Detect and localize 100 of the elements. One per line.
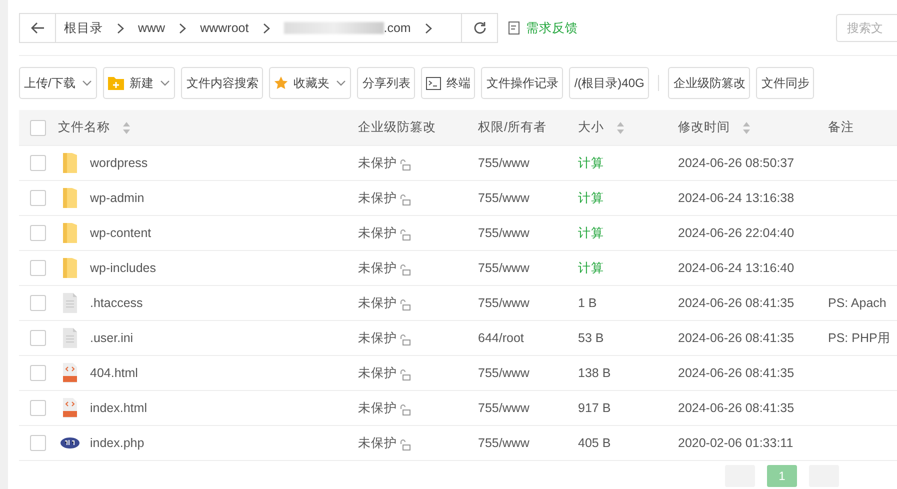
permission-owner[interactable]: 755/www [478,296,530,310]
row-checkbox[interactable] [30,330,46,346]
folder-icon [62,257,78,279]
document-icon [62,327,78,349]
protection-status: 未保护 [358,364,397,382]
toolbar-button[interactable]: 收藏夹 [269,67,352,99]
file-name[interactable]: .user.ini [90,331,134,345]
unlocked-padlock-icon [399,159,411,171]
column-header: 权限/所有者 [478,119,546,136]
file-name[interactable]: index.php [90,436,144,450]
file-size: 138 B [578,366,611,380]
search-field[interactable]: 搜索文 [836,14,897,42]
edit-note-icon [508,21,521,35]
modified-time: 2024-06-26 08:41:35 [678,401,794,415]
file-name[interactable]: wp-content [90,226,152,240]
file-size: 1 B [578,296,597,310]
path-segment[interactable]: www [138,21,166,35]
row-checkbox[interactable] [30,225,46,241]
toolbar-button[interactable]: 文件内容搜索 [181,67,264,99]
chevron-right-icon [424,22,432,34]
file-name[interactable]: .htaccess [90,296,143,310]
path-segment[interactable]: 根目录 [64,20,103,36]
modified-time: 2024-06-26 08:41:35 [678,296,794,310]
toolbar-button[interactable]: 终端 [421,67,476,99]
protection-status: 未保护 [358,224,397,242]
unlocked-padlock-icon [399,264,411,276]
permission-owner[interactable]: 644/root [478,331,524,345]
path-segment[interactable]: .com [384,21,411,35]
modified-time: 2024-06-24 13:16:40 [678,261,794,275]
file-note: PS: Apach [828,296,886,310]
unlocked-padlock-icon [399,369,411,381]
unlocked-padlock-icon [399,229,411,241]
permission-owner[interactable]: 755/www [478,366,530,380]
row-checkbox[interactable] [30,400,46,416]
column-header: 企业级防篡改 [358,119,436,136]
column-header[interactable]: 文件名称 [58,119,110,136]
unlocked-padlock-icon [399,194,411,206]
row-checkbox[interactable] [30,435,46,451]
permission-owner[interactable]: 755/www [478,401,530,415]
terminal-icon [426,76,442,90]
permission-owner[interactable]: 755/www [478,436,530,450]
folder-icon [62,152,78,174]
column-header[interactable]: 大小 [578,119,604,136]
file-name[interactable]: 404.html [90,366,138,380]
file-name[interactable]: wp-includes [90,261,156,275]
folder-icon [62,187,78,209]
protection-status: 未保护 [358,154,397,172]
protection-status: 未保护 [358,294,397,312]
select-all-checkbox[interactable] [30,120,46,136]
permission-owner[interactable]: 755/www [478,226,530,240]
sort-icon [742,120,751,134]
column-header[interactable]: 修改时间 [678,119,730,136]
modified-time: 2024-06-26 08:50:37 [678,156,794,170]
modified-time: 2024-06-24 13:16:38 [678,191,794,205]
star-icon [274,76,288,90]
file-name[interactable]: wp-admin [90,191,144,205]
row-checkbox[interactable] [30,365,46,381]
html-file-icon [62,397,78,419]
permission-owner[interactable]: 755/www [478,261,530,275]
caret-icon [82,80,92,86]
unlocked-padlock-icon [399,439,411,451]
file-size: 405 B [578,436,611,450]
toolbar-button[interactable]: 企业级防篡改 [668,67,750,99]
sort-icon [122,120,131,134]
toolbar-button[interactable]: 新建 [103,67,176,99]
toolbar-button[interactable]: 分享列表 [357,67,416,99]
protection-status: 未保护 [358,190,397,206]
path-segment[interactable]: wwwroot [200,21,249,35]
sort-icon [616,120,625,134]
document-icon [62,292,78,314]
toolbar-button[interactable]: 文件同步 [756,67,814,99]
modified-time: 2024-06-26 22:04:40 [678,226,794,240]
unlocked-padlock-icon [399,299,411,311]
toolbar-button[interactable]: 文件操作记录 [481,67,564,99]
protection-status: 未保护 [358,330,397,346]
folder-icon [62,222,78,244]
new-folder-icon [108,76,124,90]
modified-time: 2020-02-06 01:33:11 [678,436,794,450]
php-logo-icon [60,437,80,449]
permission-owner[interactable]: 755/www [478,191,530,205]
protection-status: 未保护 [358,260,397,276]
row-checkbox[interactable] [30,155,46,171]
toolbar-button[interactable]: /(根目录)40G [569,67,650,99]
caret-icon [160,80,170,86]
file-note: PS: PHP用 [828,330,890,346]
html-file-icon [62,362,78,384]
file-name[interactable]: index.html [90,401,147,415]
back-arrow-icon [30,22,44,34]
chevron-right-icon [262,22,270,34]
toolbar-button[interactable]: 上传/下载 [19,67,98,99]
row-checkbox[interactable] [30,295,46,311]
permission-owner[interactable]: 755/www [478,156,530,170]
protection-status: 未保护 [358,434,397,452]
chevron-right-icon [117,22,124,34]
caret-icon [336,80,346,86]
modified-time: 2024-06-26 08:41:35 [678,366,794,380]
file-name[interactable]: wordpress [90,156,148,170]
row-checkbox[interactable] [30,260,46,276]
unlocked-padlock-icon [399,334,411,346]
row-checkbox[interactable] [30,190,46,206]
